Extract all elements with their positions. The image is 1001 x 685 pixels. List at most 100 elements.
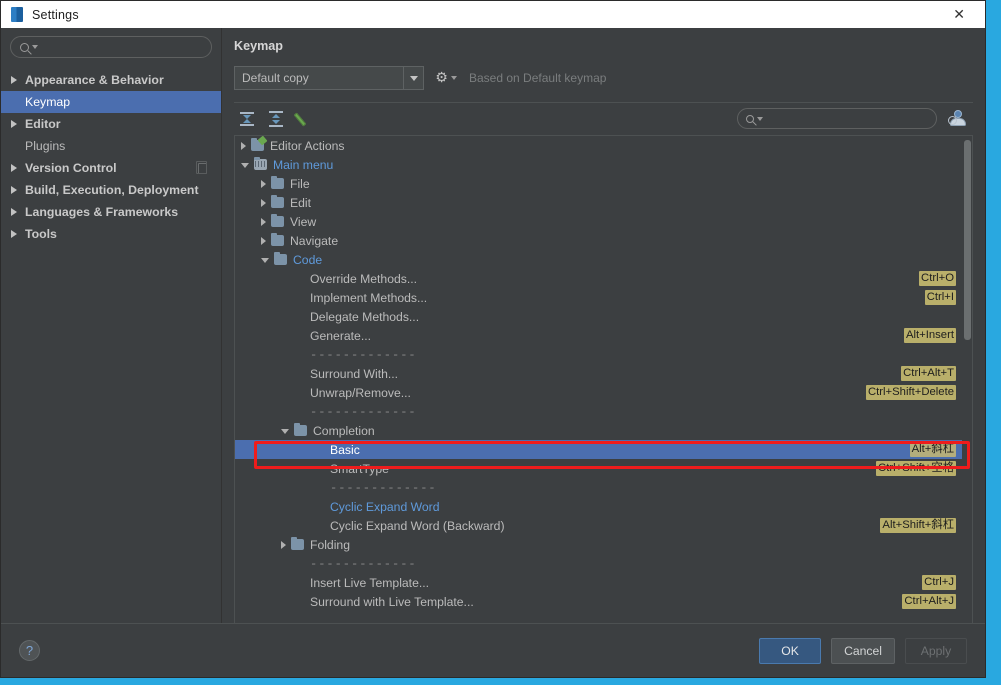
tree-separator: ------------- — [235, 554, 962, 573]
sidebar-item-label: Version Control — [25, 161, 117, 175]
chevron-right-icon[interactable] — [11, 208, 17, 216]
sidebar-item-tools[interactable]: Tools — [1, 223, 221, 245]
cancel-button[interactable]: Cancel — [831, 637, 895, 664]
tree-row[interactable]: Generate... Alt+Insert — [235, 326, 962, 345]
sidebar-item-build-execution-deployment[interactable]: Build, Execution, Deployment — [1, 179, 221, 201]
sidebar-item-appearance-behavior[interactable]: Appearance & Behavior — [1, 69, 221, 91]
chevron-right-icon[interactable] — [11, 186, 17, 194]
folder-icon — [251, 138, 264, 151]
collapse-all-icon[interactable] — [266, 109, 286, 129]
tree-row[interactable]: Main menu — [235, 155, 962, 174]
apply-button: Apply — [905, 637, 967, 664]
tree-row-label: Override Methods... — [310, 271, 418, 286]
sidebar-item-label: Build, Execution, Deployment — [25, 183, 199, 197]
settings-sidebar: Appearance & Behavior Keymap Editor Plug… — [1, 28, 222, 623]
edit-pencil-icon[interactable] — [293, 109, 315, 129]
scrollbar-thumb[interactable] — [964, 140, 971, 340]
keymap-gear-button[interactable]: ⚙ — [435, 69, 457, 86]
close-icon[interactable]: ✕ — [953, 8, 965, 22]
tree-row[interactable]: File — [235, 174, 962, 193]
tree-row[interactable]: Basic Alt+斜杠 — [235, 440, 962, 459]
tree-row[interactable]: Delegate Methods... — [235, 307, 962, 326]
keymap-search-input[interactable] — [763, 112, 936, 125]
folder-icon — [294, 423, 307, 436]
sidebar-item-languages-frameworks[interactable]: Languages & Frameworks — [1, 201, 221, 223]
chevron-right-icon[interactable] — [281, 540, 286, 549]
tree-row[interactable]: SmartType Ctrl+Shift+空格 — [235, 459, 962, 478]
keymap-select-value: Default copy — [242, 71, 309, 85]
tree-row-label: SmartType — [330, 461, 389, 476]
sidebar-item-label: Appearance & Behavior — [25, 73, 164, 87]
tree-row[interactable]: Surround with Live Template... Ctrl+Alt+J — [235, 592, 962, 611]
sidebar-item-version-control[interactable]: Version Control — [1, 157, 221, 179]
shortcut-badge: Ctrl+I — [924, 290, 956, 305]
chevron-right-icon[interactable] — [261, 179, 266, 188]
ok-button[interactable]: OK — [759, 637, 822, 664]
tree-separator: ------------- — [235, 345, 962, 364]
tree-row[interactable]: Edit — [235, 193, 962, 212]
chevron-down-icon[interactable] — [403, 67, 423, 89]
tree-row[interactable]: Implement Methods... Ctrl+I — [235, 288, 962, 307]
intellij-icon — [11, 7, 23, 22]
tree-row[interactable]: Completion — [235, 421, 962, 440]
tree-separator: ------------- — [235, 402, 962, 421]
expand-all-icon[interactable] — [237, 109, 257, 129]
tree-row-label: Cyclic Expand Word — [330, 499, 440, 514]
window-body: Appearance & Behavior Keymap Editor Plug… — [1, 28, 985, 623]
tree-row[interactable]: Insert Live Template... Ctrl+J — [235, 573, 962, 592]
toolbar-icon-group — [234, 109, 315, 129]
chevron-right-icon[interactable] — [261, 236, 266, 245]
tree-row[interactable]: Cyclic Expand Word — [235, 497, 962, 516]
tree-row[interactable]: View — [235, 212, 962, 231]
tree-row[interactable]: Unwrap/Remove... Ctrl+Shift+Delete — [235, 383, 962, 402]
sidebar-search[interactable] — [10, 36, 212, 58]
tree-row[interactable]: Override Methods... Ctrl+O — [235, 269, 962, 288]
screen-root: Settings ✕ Appearance & Behavior Keymap … — [0, 0, 1001, 685]
shortcut-badge: Ctrl+J — [922, 575, 956, 590]
folder-icon — [274, 252, 287, 265]
tree-vertical-scrollbar[interactable] — [962, 136, 972, 623]
tree-row[interactable]: Navigate — [235, 231, 962, 250]
sidebar-item-plugins[interactable]: Plugins — [1, 135, 221, 157]
sidebar-list: Appearance & Behavior Keymap Editor Plug… — [1, 66, 221, 623]
sidebar-item-label: Editor — [25, 117, 61, 131]
shortcut-badge: Ctrl+Alt+J — [902, 594, 956, 609]
search-input[interactable] — [38, 41, 211, 53]
keymap-selector-row: Default copy ⚙ Based on Default keymap — [234, 66, 973, 90]
sidebar-item-editor[interactable]: Editor — [1, 113, 221, 135]
tree-row[interactable]: Editor Actions — [235, 136, 962, 155]
tree-row-label: Surround With... — [310, 366, 399, 381]
tree-row-label: Editor Actions — [270, 138, 345, 153]
tree-row-label: File — [290, 176, 310, 191]
gear-icon: ⚙ — [435, 69, 448, 86]
chevron-right-icon[interactable] — [11, 230, 17, 238]
tree-row[interactable]: Surround With... Ctrl+Alt+T — [235, 364, 962, 383]
tree-row[interactable]: Folding — [235, 535, 962, 554]
chevron-down-icon[interactable] — [281, 429, 289, 434]
help-button[interactable]: ? — [19, 640, 40, 661]
chevron-down-icon[interactable] — [241, 163, 249, 168]
search-icon — [746, 114, 754, 123]
tree-row[interactable]: Code — [235, 250, 962, 269]
tree-row-label: Edit — [290, 195, 312, 210]
chevron-right-icon[interactable] — [261, 198, 266, 207]
chevron-right-icon[interactable] — [11, 76, 17, 84]
tree-row-label: ------------- — [310, 347, 417, 362]
keymap-tree[interactable]: Editor Actions Main menu File Edit View Navig… — [235, 136, 962, 623]
tree-row[interactable]: Cyclic Expand Word (Backward) Alt+Shift+斜… — [235, 516, 962, 535]
tree-row-label: Cyclic Expand Word (Backward) — [330, 518, 505, 533]
tree-row-label: Navigate — [290, 233, 339, 248]
keymap-select[interactable]: Default copy — [234, 66, 424, 90]
magnifier-shape — [948, 116, 957, 125]
chevron-right-icon[interactable] — [261, 217, 266, 226]
chevron-right-icon[interactable] — [241, 141, 246, 150]
chevron-right-icon[interactable] — [11, 120, 17, 128]
shortcut-badge: Alt+Insert — [903, 328, 956, 343]
chevron-right-icon[interactable] — [11, 164, 17, 172]
sidebar-item-keymap[interactable]: Keymap — [1, 91, 221, 113]
folder-icon — [271, 214, 284, 227]
keymap-tree-panel: Editor Actions Main menu File Edit View Navig… — [234, 135, 973, 623]
chevron-down-icon[interactable] — [261, 258, 269, 263]
find-by-shortcut-icon[interactable] — [947, 108, 969, 129]
keymap-search[interactable] — [737, 108, 937, 129]
